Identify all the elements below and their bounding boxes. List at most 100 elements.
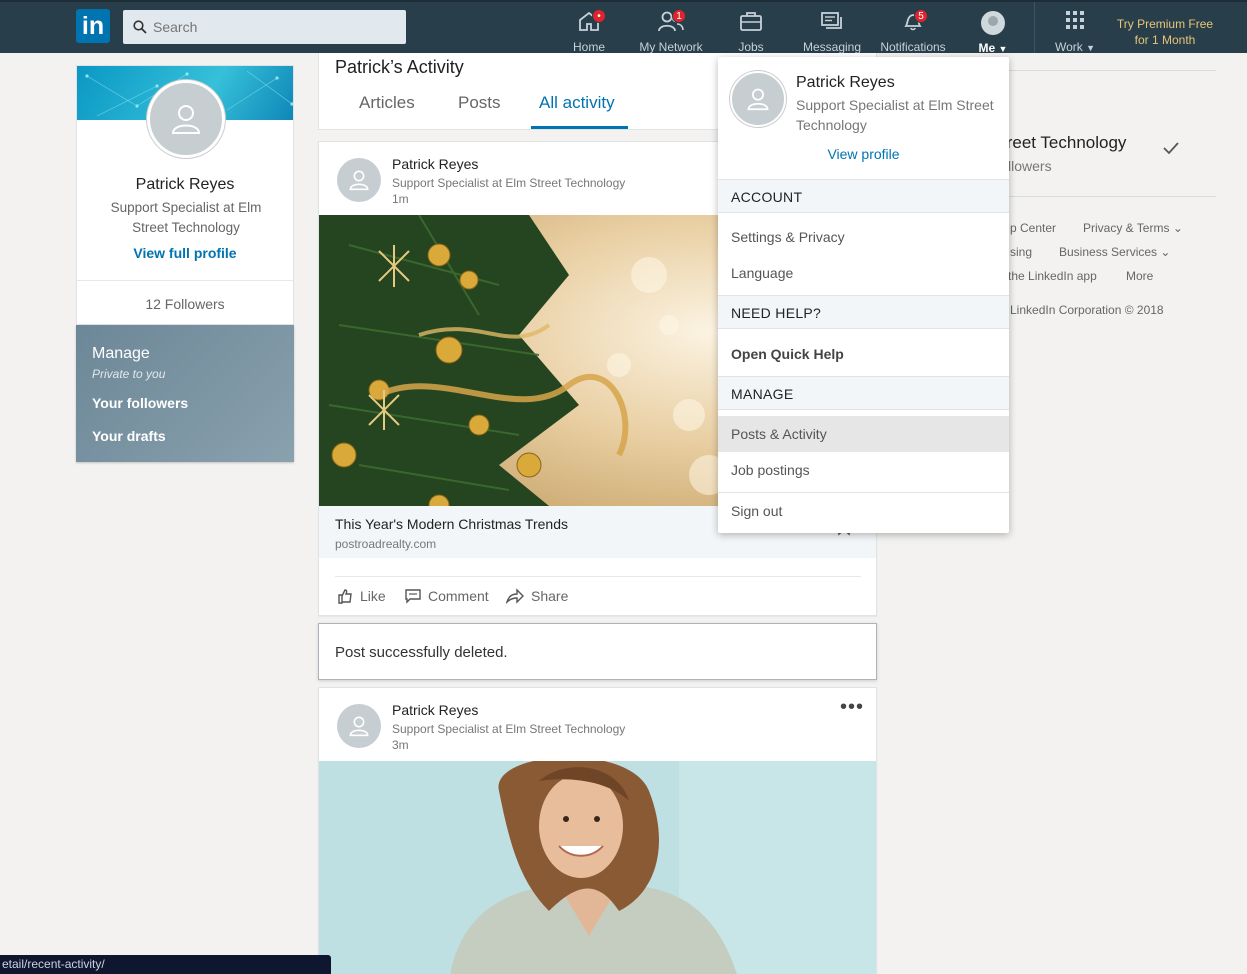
profile-name[interactable]: Patrick Reyes: [77, 176, 293, 194]
post-timestamp: 1m: [392, 192, 409, 206]
post-author-name[interactable]: Patrick Reyes: [392, 156, 478, 172]
nav-messaging[interactable]: Messaging: [800, 8, 864, 54]
nav-notifications[interactable]: 5 Notifications: [876, 8, 950, 54]
nav-divider: [1034, 2, 1035, 53]
interest-followers: llowers: [1008, 158, 1052, 174]
profile-headline: Support Specialist at Elm Street Technol…: [110, 200, 262, 235]
post-actions-divider: [335, 576, 861, 577]
post-timestamp: 3m: [392, 738, 409, 752]
manage-subtitle: Private to you: [92, 367, 166, 381]
right-rail: treet Technology llowers p Center Privac…: [1002, 53, 1218, 353]
comment-button[interactable]: Comment: [405, 588, 489, 604]
like-button[interactable]: Like: [337, 588, 386, 604]
me-avatar: [981, 11, 1005, 35]
home-badge: •: [592, 9, 606, 23]
footer-privacy-terms-link[interactable]: Privacy & Terms ⌄: [1083, 221, 1183, 235]
post-author-headline: Support Specialist at Elm Street Technol…: [392, 176, 626, 190]
privacy-terms-label: Privacy & Terms: [1083, 221, 1170, 235]
footer-business-services-link[interactable]: Business Services ⌄: [1059, 245, 1170, 259]
settings-privacy-item[interactable]: Settings & Privacy: [718, 219, 1009, 255]
chevron-down-icon: ⌄: [1172, 221, 1183, 235]
comment-label: Comment: [428, 588, 489, 604]
top-navigation-bar: in • Home 1 My Network Jobs Messaging 5 …: [0, 0, 1247, 55]
nav-work-label: Work: [1054, 40, 1083, 54]
profile-card: Patrick Reyes Support Specialist at Elm …: [76, 65, 294, 325]
me-dropdown-menu: Patrick Reyes Support Specialist at Elm …: [718, 57, 1009, 533]
activity-title: Patrick’s Activity: [335, 57, 464, 77]
search-input[interactable]: [153, 19, 393, 35]
search-icon: [133, 20, 147, 34]
notifications-badge: 5: [914, 9, 928, 23]
post-deleted-notice: Post successfully deleted.: [318, 623, 877, 680]
dropdown-avatar[interactable]: [730, 71, 786, 127]
tab-all-activity[interactable]: All activity: [539, 93, 615, 113]
person-placeholder-icon: [171, 105, 201, 134]
grid-apps-icon: [1066, 11, 1084, 29]
right-rail-divider: [1008, 196, 1216, 197]
tab-posts[interactable]: Posts: [458, 93, 501, 113]
dropdown-section-account: ACCOUNT: [718, 179, 1009, 213]
post-author-avatar[interactable]: [337, 158, 381, 202]
nav-me[interactable]: Me ▼: [972, 8, 1014, 55]
right-rail-divider: [1008, 70, 1216, 71]
dropdown-section-need-help: NEED HELP?: [718, 295, 1009, 329]
share-icon: [506, 588, 524, 604]
search-box[interactable]: [123, 10, 406, 44]
post-image-woman-portrait[interactable]: [319, 761, 876, 974]
post-author-avatar[interactable]: [337, 704, 381, 748]
interest-company-name[interactable]: treet Technology: [1002, 133, 1126, 153]
post-author-headline: Support Specialist at Elm Street Technol…: [392, 722, 626, 736]
chevron-down-icon: ▼: [1086, 43, 1096, 53]
share-label: Share: [531, 588, 569, 604]
tab-articles[interactable]: Articles: [359, 93, 415, 113]
profile-divider: [77, 280, 293, 281]
view-profile-link[interactable]: View profile: [718, 146, 1009, 162]
post-deleted-message: Post successfully deleted.: [335, 644, 508, 661]
more-options-icon[interactable]: •••: [840, 697, 864, 717]
like-label: Like: [360, 588, 386, 604]
person-placeholder-icon: [349, 170, 369, 191]
briefcase-icon: [740, 12, 762, 31]
footer-copyright: LinkedIn Corporation © 2018: [1010, 303, 1164, 317]
open-quick-help-item[interactable]: Open Quick Help: [718, 336, 1009, 372]
premium-line-1: Try Premium Free: [1116, 17, 1214, 31]
footer-help-center-link[interactable]: p Center: [1010, 221, 1056, 235]
sign-out-item[interactable]: Sign out: [718, 493, 1009, 529]
view-full-profile-link[interactable]: View full profile: [77, 245, 293, 261]
profile-avatar[interactable]: [147, 80, 225, 158]
nav-work[interactable]: Work ▼: [1050, 8, 1100, 54]
post-link-title[interactable]: This Year's Modern Christmas Trends: [335, 516, 568, 532]
messaging-icon: [821, 12, 842, 29]
comment-icon: [405, 589, 421, 604]
dropdown-section-manage: MANAGE: [718, 376, 1009, 410]
post-author-name[interactable]: Patrick Reyes: [392, 702, 478, 718]
premium-line-2: for 1 Month: [1134, 33, 1196, 47]
person-placeholder-icon: [349, 716, 369, 737]
nav-jobs[interactable]: Jobs: [730, 8, 772, 54]
business-services-label: Business Services: [1059, 245, 1158, 259]
job-postings-item[interactable]: Job postings: [718, 452, 1009, 488]
nav-home[interactable]: • Home: [564, 8, 614, 54]
network-badge: 1: [672, 9, 686, 23]
dropdown-headline: Support Specialist at Elm Street Technol…: [796, 97, 994, 133]
nav-my-network[interactable]: 1 My Network: [632, 8, 710, 54]
nav-me-label: Me: [978, 41, 996, 55]
your-drafts-link[interactable]: Your drafts: [92, 428, 166, 444]
checkmark-icon: [1163, 142, 1179, 155]
chevron-down-icon: ⌄: [1160, 245, 1171, 259]
thumbs-up-icon: [338, 589, 352, 604]
chevron-down-icon: ▼: [998, 44, 1008, 54]
footer-get-app-link[interactable]: the LinkedIn app: [1008, 269, 1097, 283]
nav-notifications-label: Notifications: [880, 40, 946, 54]
dropdown-name: Patrick Reyes: [796, 74, 895, 91]
footer-advertising-link[interactable]: sing: [1010, 245, 1032, 259]
try-premium-link[interactable]: Try Premium Free for 1 Month: [1110, 16, 1220, 48]
post-card: Patrick Reyes Support Specialist at Elm …: [318, 687, 877, 974]
profile-followers-count[interactable]: 12 Followers: [77, 296, 293, 312]
language-item[interactable]: Language: [718, 255, 1009, 291]
posts-activity-item[interactable]: Posts & Activity: [718, 416, 1009, 452]
your-followers-link[interactable]: Your followers: [92, 395, 188, 411]
share-button[interactable]: Share: [506, 588, 568, 604]
linkedin-logo[interactable]: in: [76, 9, 110, 43]
footer-more-link[interactable]: More: [1126, 269, 1153, 283]
